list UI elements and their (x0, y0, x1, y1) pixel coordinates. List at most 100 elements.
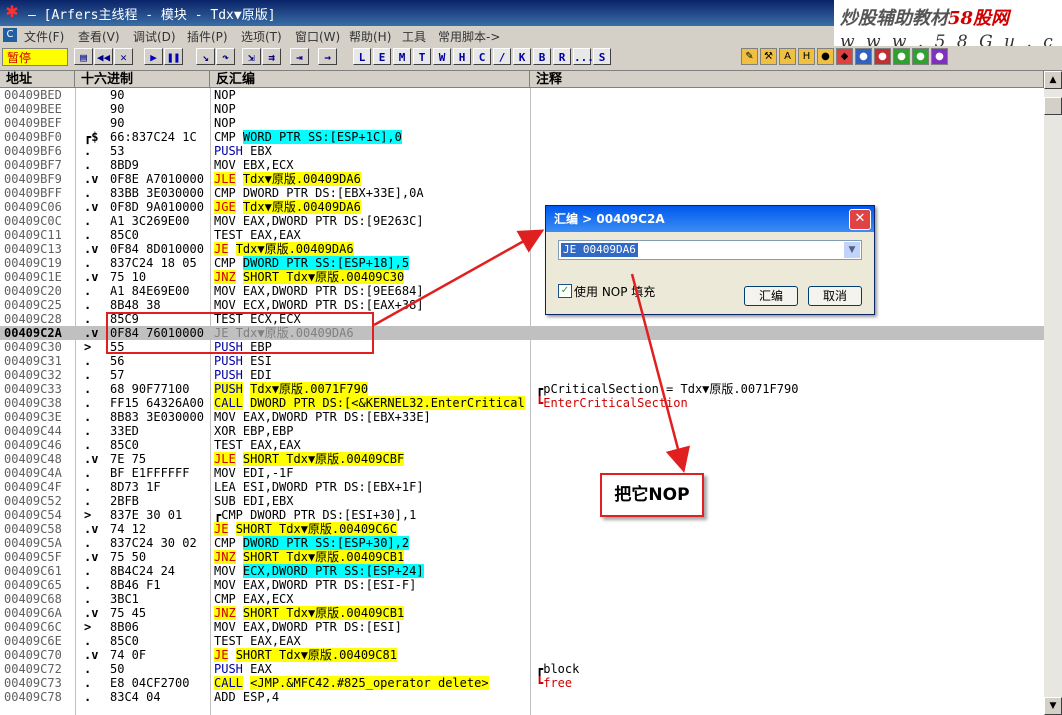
window-button[interactable]: B (533, 48, 551, 65)
disasm-row[interactable]: 00409BF9 .v 0F8E A7010000 JLE Tdx▼原版.00409D… (0, 172, 1044, 186)
disasm-row[interactable]: 00409C72. 50 PUSH EAX ┏block (0, 662, 1044, 676)
disasm-row[interactable]: 00409C20. A1 84E69E00 MOV EAX,DWORD PTR DS… (0, 284, 1044, 298)
dialog-close-icon[interactable]: ✕ (849, 209, 871, 230)
menu-help[interactable]: 帮助(H) (349, 28, 391, 45)
disasm-row[interactable]: 00409BED 90 NOP (0, 88, 1044, 102)
nop-fill-checkbox[interactable]: ✓ (558, 284, 572, 298)
header-address[interactable]: 地址 (0, 71, 75, 88)
window-button[interactable]: E (373, 48, 391, 65)
window-button[interactable]: / (493, 48, 511, 65)
menu-debug[interactable]: 调试(D) (133, 28, 176, 45)
plugin-icon-11[interactable]: ● (931, 48, 948, 65)
disasm-row[interactable]: 00409C46. 85C0 TEST EAX,EAX (0, 438, 1044, 452)
scroll-thumb[interactable] (1044, 97, 1062, 115)
disasm-row[interactable]: 00409C4A. BF E1FFFFFF MOV EDI,-1F (0, 466, 1044, 480)
disasm-row[interactable]: 00409BEF 90 NOP (0, 116, 1044, 130)
header-hex[interactable]: 十六进制 (75, 71, 210, 88)
plugin-icon-1[interactable]: ✎ (741, 48, 758, 65)
window-button[interactable]: K (513, 48, 531, 65)
disasm-row[interactable]: 00409BEE 90 NOP (0, 102, 1044, 116)
execute-till-return-icon[interactable]: ⇥ (290, 48, 309, 65)
disasm-row[interactable]: 00409C61. 8B4C24 24 MOV ECX,DWORD PTR SS:[… (0, 564, 1044, 578)
menu-view[interactable]: 查看(V) (78, 28, 120, 45)
menu-window[interactable]: 窗口(W) (295, 28, 340, 45)
disasm-row[interactable]: 00409BF0 ┏$ 66:837C24 1C CMP WORD PTR SS:[E… (0, 130, 1044, 144)
close-icon[interactable]: ✕ (114, 48, 133, 65)
disasm-row[interactable]: 00409C6E. 85C0 TEST EAX,EAX (0, 634, 1044, 648)
ollydbg-bug-icon[interactable]: ✱ (3, 3, 21, 21)
trace-into-icon[interactable]: ⇲ (242, 48, 261, 65)
disasm-row[interactable]: 00409C06 .v 0F8D 9A010000 JGE Tdx▼原版.00409D… (0, 200, 1044, 214)
window-button[interactable]: T (413, 48, 431, 65)
disasm-row[interactable]: 00409C65. 8B46 F1 MOV EAX,DWORD PTR DS:[ES… (0, 578, 1044, 592)
pause-icon[interactable]: ❚❚ (164, 48, 183, 65)
disasm-row[interactable]: 00409C52. 2BFB SUB EDI,EBX (0, 494, 1044, 508)
disassembly-listing[interactable]: 00409BED 90 NOP 00409BEE 90 NOP 00409BEF 90 NO… (0, 88, 1044, 715)
child-window-icon[interactable]: C (3, 28, 17, 42)
vertical-scrollbar[interactable]: ▲ ▼ (1044, 71, 1062, 715)
plugin-icon-2[interactable]: ⚒ (760, 48, 777, 65)
menu-scripts[interactable]: 常用脚本-> (438, 28, 500, 45)
disasm-row[interactable]: 00409C33. 68 90F77100 PUSH Tdx▼原版.0071F790… (0, 382, 1044, 396)
disasm-row[interactable]: 00409C38. FF15 64326A00 CALL DWORD PTR DS:… (0, 396, 1044, 410)
disasm-row[interactable]: 00409C13 .v 0F84 8D010000 JE Tdx▼原版.00409DA… (0, 242, 1044, 256)
step-over-icon[interactable]: ↷ (216, 48, 235, 65)
assemble-input[interactable]: JE 00409DA6 ▼ (558, 240, 862, 260)
disasm-row[interactable]: 00409C6A .v 75 45 JNZ SHORT Tdx▼原版.00409CB1 (0, 606, 1044, 620)
menu-plugins[interactable]: 插件(P) (187, 28, 228, 45)
trace-over-icon[interactable]: ⇉ (262, 48, 281, 65)
plugin-icon-5[interactable]: ● (817, 48, 834, 65)
menu-tools[interactable]: 工具 (402, 28, 426, 45)
disasm-row[interactable]: 00409C73. E8 04CF2700 CALL <JMP.&MFC42.#82… (0, 676, 1044, 690)
open-icon[interactable]: ▤ (74, 48, 93, 65)
header-disasm[interactable]: 反汇编 (210, 71, 530, 88)
disasm-row[interactable]: 00409C31. 56 PUSH ESI (0, 354, 1044, 368)
scroll-down-icon[interactable]: ▼ (1044, 697, 1062, 715)
menu-file[interactable]: 文件(F) (24, 28, 64, 45)
disasm-row[interactable]: 00409C25. 8B48 38 MOV ECX,DWORD PTR DS:[EA… (0, 298, 1044, 312)
window-button[interactable]: C (473, 48, 491, 65)
window-button[interactable]: R (553, 48, 571, 65)
plugin-icon-3[interactable]: A (779, 48, 796, 65)
header-comment[interactable]: 注释 (530, 71, 1044, 88)
plugin-icon-9[interactable]: ● (893, 48, 910, 65)
window-button[interactable]: M (393, 48, 411, 65)
window-button[interactable]: W (433, 48, 451, 65)
disasm-row[interactable]: 00409C5A. 837C24 30 02 CMP DWORD PTR SS:[E… (0, 536, 1044, 550)
goto-icon[interactable]: → (318, 48, 337, 65)
disasm-row[interactable]: 00409C44. 33ED XOR EBP,EBP (0, 424, 1044, 438)
disasm-row[interactable]: 00409C4F. 8D73 1F LEA ESI,DWORD PTR DS:[EB… (0, 480, 1044, 494)
disasm-row[interactable]: 00409C78. 83C4 04 ADD ESP,4 (0, 690, 1044, 704)
window-button[interactable]: H (453, 48, 471, 65)
plugin-icon-7[interactable]: ● (855, 48, 872, 65)
disasm-row[interactable]: 00409BFF. 83BB 3E030000 CMP DWORD PTR DS:[… (0, 186, 1044, 200)
window-button[interactable]: ... (573, 48, 594, 65)
disasm-row[interactable]: 00409C19. 837C24 18 05 CMP DWORD PTR SS:[E… (0, 256, 1044, 270)
step-into-icon[interactable]: ↘ (196, 48, 215, 65)
cancel-button[interactable]: 取消 (808, 286, 862, 306)
disasm-row[interactable]: 00409C54 >837E 30 01 ┏CMP DWORD PTR DS:[ES… (0, 508, 1044, 522)
disasm-row[interactable]: 00409C70 .v 74 0F JE SHORT Tdx▼原版.00409C81 (0, 648, 1044, 662)
disasm-row[interactable]: 00409C5F .v 75 50 JNZ SHORT Tdx▼原版.00409CB1 (0, 550, 1044, 564)
disasm-row[interactable]: 00409C58 .v 74 12 JE SHORT Tdx▼原版.00409C6C (0, 522, 1044, 536)
assemble-button[interactable]: 汇编 (744, 286, 798, 306)
run-icon[interactable]: ▶ (144, 48, 163, 65)
window-button[interactable]: S (593, 48, 611, 65)
disasm-row[interactable]: 00409BF6. 53 PUSH EBX (0, 144, 1044, 158)
disasm-row[interactable]: 00409BF7. 8BD9 MOV EBX,ECX (0, 158, 1044, 172)
assemble-input-value[interactable]: JE 00409DA6 (561, 243, 638, 257)
window-button[interactable]: L (353, 48, 371, 65)
disasm-row[interactable]: 00409C0C. A1 3C269E00 MOV EAX,DWORD PTR DS… (0, 214, 1044, 228)
disasm-row[interactable]: 00409C68. 3BC1 CMP EAX,ECX (0, 592, 1044, 606)
disasm-row[interactable]: 00409C11. 85C0 TEST EAX,EAX (0, 228, 1044, 242)
disasm-row[interactable]: 00409C48 .v 7E 75 JLE SHORT Tdx▼原版.00409CBF (0, 452, 1044, 466)
chevron-down-icon[interactable]: ▼ (844, 242, 860, 258)
disasm-row[interactable]: 00409C1E .v 75 10 JNZ SHORT Tdx▼原版.00409C30 (0, 270, 1044, 284)
plugin-icon-6[interactable]: ◆ (836, 48, 853, 65)
disasm-row[interactable]: 00409C32. 57 PUSH EDI (0, 368, 1044, 382)
scroll-up-icon[interactable]: ▲ (1044, 71, 1062, 89)
plugin-icon-4[interactable]: H (798, 48, 815, 65)
disasm-row[interactable]: 00409C6C >8B06 MOV EAX,DWORD PTR DS:[ESI] (0, 620, 1044, 634)
plugin-icon-8[interactable]: ● (874, 48, 891, 65)
menu-options[interactable]: 选项(T) (241, 28, 282, 45)
